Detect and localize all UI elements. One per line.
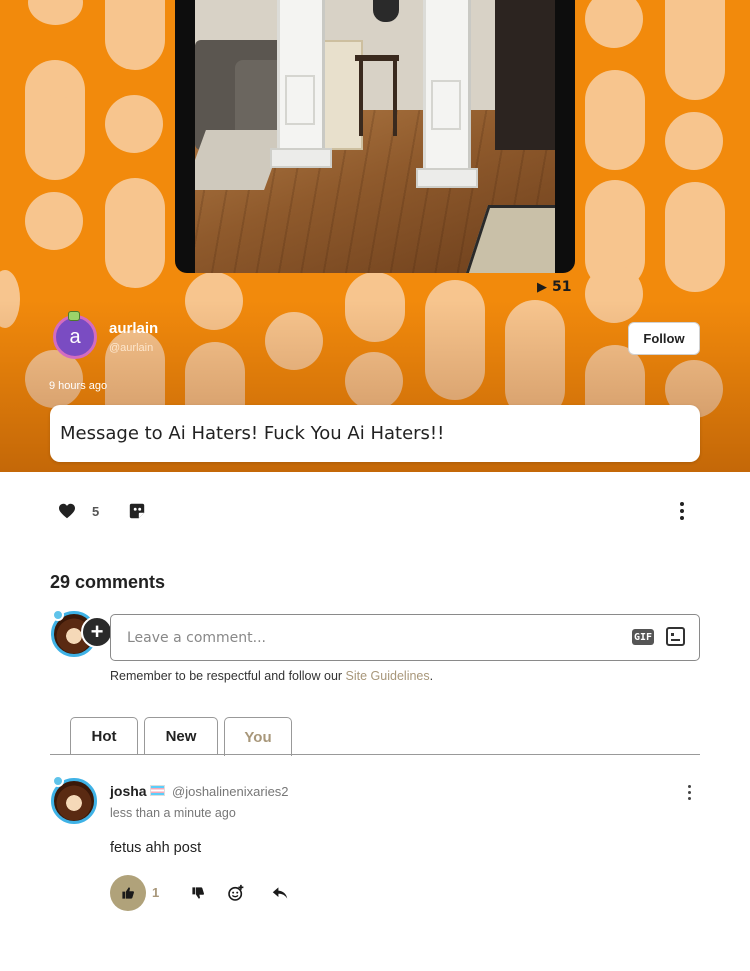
commenter-handle[interactable]: @joshalinenixaries2 [172, 784, 289, 799]
avatar-badge-icon [52, 775, 64, 787]
pattern-shape [665, 112, 723, 170]
like-count: 5 [92, 503, 100, 519]
add-reaction-icon[interactable] [225, 882, 247, 904]
video-column-base [270, 148, 332, 168]
post-actions: 5 [58, 497, 146, 525]
emoji-icon[interactable] [666, 627, 685, 646]
commenter-name[interactable]: josha [110, 783, 147, 799]
pattern-shape [25, 192, 83, 250]
follow-button[interactable]: Follow [628, 322, 700, 355]
pride-flag-icon [150, 785, 165, 796]
video-column-base [416, 168, 478, 188]
post-hero: ▶ 51 a aurlain @aurlain 9 hours ago Foll… [0, 0, 750, 472]
comment-box: GIF [110, 614, 700, 661]
comment-more-icon[interactable] [680, 782, 698, 802]
thumbs-up-icon [122, 887, 134, 899]
pattern-shape [25, 95, 83, 153]
pattern-shape [105, 0, 165, 70]
heart-icon[interactable] [58, 503, 76, 519]
video-table-leg [393, 60, 397, 136]
more-options-icon[interactable] [672, 500, 692, 522]
share-icon[interactable] [128, 502, 146, 520]
video-player[interactable] [175, 0, 575, 273]
pattern-shape [665, 0, 725, 100]
video-column-panel [431, 80, 461, 130]
tab-new[interactable]: New [144, 717, 218, 755]
tab-you[interactable]: You [224, 717, 292, 756]
post-caption: Message to Ai Haters! Fuck You Ai Haters… [50, 405, 700, 462]
video-lamp [373, 0, 399, 22]
guidelines-end: . [429, 669, 434, 683]
comment-text: fetus ahh post [110, 840, 202, 856]
video-column-panel [285, 75, 315, 125]
view-count-value: 51 [552, 279, 572, 295]
gif-icon[interactable]: GIF [632, 629, 654, 645]
post-timestamp: 9 hours ago [49, 380, 108, 392]
pattern-shape [28, 0, 83, 25]
pattern-shape [585, 70, 645, 170]
author-handle[interactable]: @aurlain [109, 342, 153, 354]
author-avatar-letter: a [69, 325, 81, 348]
site-guidelines-link[interactable]: Site Guidelines [346, 669, 430, 683]
view-count: ▶ 51 [537, 278, 571, 296]
tabs-divider [50, 754, 700, 755]
video-frame [195, 0, 555, 273]
video-table-leg [359, 60, 363, 136]
guidelines-note: Remember to be respectful and follow our… [110, 669, 433, 683]
comment-timestamp: less than a minute ago [110, 806, 236, 820]
upvote-button[interactable] [110, 875, 146, 911]
thumbs-down-icon[interactable] [187, 882, 209, 904]
comment-input[interactable] [127, 615, 607, 660]
comments-count: 29 comments [50, 572, 166, 592]
pattern-shape [105, 178, 165, 288]
pattern-shape [585, 0, 643, 48]
avatar-badge-icon [68, 311, 80, 321]
add-icon[interactable]: + [81, 616, 113, 648]
pattern-shape [665, 182, 725, 292]
play-icon: ▶ [537, 279, 547, 295]
author-name[interactable]: aurlain [109, 320, 158, 337]
post-caption-text: Message to Ai Haters! Fuck You Ai Haters… [60, 423, 445, 444]
avatar-badge-icon [52, 609, 64, 621]
guidelines-text: Remember to be respectful and follow our [110, 669, 346, 683]
reply-icon[interactable] [269, 882, 291, 904]
author-avatar[interactable]: a [53, 315, 97, 359]
pattern-shape [105, 95, 163, 153]
upvote-count: 1 [152, 885, 160, 900]
video-cabinet [495, 0, 555, 150]
tab-hot[interactable]: Hot [70, 717, 138, 755]
